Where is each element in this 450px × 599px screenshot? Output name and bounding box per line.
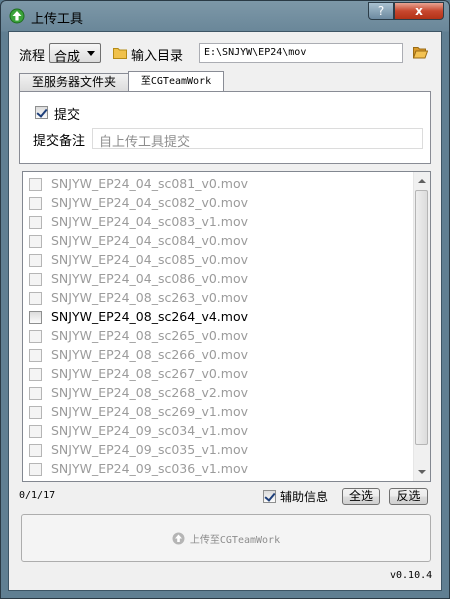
list-item[interactable]: SNJYW_EP24_08_sc266_v0.mov <box>23 346 413 365</box>
file-checkbox[interactable] <box>29 349 42 362</box>
window-title: 上传工具 <box>31 12 84 27</box>
invert-selection-button[interactable]: 反选 <box>389 488 428 505</box>
list-item[interactable]: SNJYW_EP24_08_sc265_v0.mov <box>23 327 413 346</box>
file-name: SNJYW_EP24_04_sc086_v0.mov <box>51 271 249 286</box>
file-checkbox[interactable] <box>29 273 42 286</box>
file-name: SNJYW_EP24_08_sc269_v1.mov <box>51 404 249 419</box>
chevron-down-icon <box>87 51 95 56</box>
list-item[interactable]: SNJYW_EP24_08_sc269_v1.mov <box>23 403 413 422</box>
file-checkbox[interactable] <box>29 197 42 210</box>
list-item[interactable]: SNJYW_EP24_08_sc264_v4.mov <box>23 308 413 327</box>
file-checkbox[interactable] <box>29 292 42 305</box>
file-name: SNJYW_EP24_08_sc268_v2.mov <box>51 385 249 400</box>
aux-info-checkbox[interactable] <box>263 490 276 503</box>
file-name: SNJYW_EP24_08_sc266_v0.mov <box>51 347 249 362</box>
upload-button[interactable]: 上传至CGTeamWork <box>21 514 431 562</box>
file-checkbox[interactable] <box>29 330 42 343</box>
submit-label: 提交 <box>54 108 81 123</box>
list-item[interactable]: SNJYW_EP24_08_sc268_v2.mov <box>23 384 413 403</box>
file-checkbox[interactable] <box>29 368 42 381</box>
list-item[interactable]: SNJYW_EP24_04_sc086_v0.mov <box>23 270 413 289</box>
file-name: SNJYW_EP24_04_sc083_v1.mov <box>51 214 249 229</box>
list-item[interactable]: SNJYW_EP24_04_sc082_v0.mov <box>23 194 413 213</box>
list-item[interactable]: SNJYW_EP24_04_sc081_v0.mov <box>23 175 413 194</box>
scroll-down-icon[interactable] <box>414 464 430 481</box>
aux-info-label: 辅助信息 <box>280 490 329 504</box>
app-upload-icon <box>9 8 25 24</box>
file-checkbox[interactable] <box>29 235 42 248</box>
list-item[interactable]: SNJYW_EP24_04_sc083_v1.mov <box>23 213 413 232</box>
file-name: SNJYW_EP24_09_sc036_v1.mov <box>51 461 249 476</box>
file-name: SNJYW_EP24_04_sc085_v0.mov <box>51 252 249 267</box>
upload-arrow-icon <box>172 532 185 544</box>
file-name: SNJYW_EP24_04_sc081_v0.mov <box>51 176 249 191</box>
file-checkbox[interactable] <box>29 311 42 324</box>
file-list: SNJYW_EP24_04_sc081_v0.mov SNJYW_EP24_04_… <box>22 171 431 482</box>
file-name: SNJYW_EP24_08_sc267_v0.mov <box>51 366 249 381</box>
file-checkbox[interactable] <box>29 444 42 457</box>
file-checkbox[interactable] <box>29 463 42 476</box>
file-name: SNJYW_EP24_08_sc264_v4.mov <box>51 309 249 324</box>
tab-server-folder[interactable]: 至服务器文件夹 <box>19 73 129 92</box>
folder-browse-icon[interactable] <box>413 46 428 59</box>
input-dir-path-field[interactable]: E:\SNJYW\EP24\mov <box>199 43 403 63</box>
list-item[interactable]: SNJYW_EP24_08_sc267_v0.mov <box>23 365 413 384</box>
file-name: SNJYW_EP24_08_sc263_v0.mov <box>51 290 249 305</box>
file-name: SNJYW_EP24_08_sc265_v0.mov <box>51 328 249 343</box>
list-item[interactable]: SNJYW_EP24_04_sc084_v0.mov <box>23 232 413 251</box>
file-checkbox[interactable] <box>29 178 42 191</box>
file-checkbox[interactable] <box>29 406 42 419</box>
list-item[interactable]: SNJYW_EP24_08_sc263_v0.mov <box>23 289 413 308</box>
file-count: 0/1/17 <box>19 490 56 501</box>
folder-icon <box>113 48 127 59</box>
note-label: 提交备注 <box>33 134 86 149</box>
file-checkbox[interactable] <box>29 387 42 400</box>
client-area: 流程 合成 输入目录 E:\SNJYW\EP24\mov 至服务器文件夹 至CG… <box>8 31 442 591</box>
file-name: SNJYW_EP24_04_sc082_v0.mov <box>51 195 249 210</box>
close-button[interactable]: x <box>394 2 444 20</box>
list-item[interactable]: SNJYW_EP24_04_sc085_v0.mov <box>23 251 413 270</box>
flow-select-value: 合成 <box>54 50 81 65</box>
title-bar[interactable]: 上传工具 ? x <box>1 1 449 31</box>
main-window: 上传工具 ? x 流程 合成 输入目录 E:\SNJYW\EP24\mov 至服… <box>0 0 450 599</box>
cgteamwork-panel: 提交 提交备注 自上传工具提交 <box>19 91 431 164</box>
scroll-up-icon[interactable] <box>414 172 430 189</box>
tab-cgteamwork[interactable]: 至CGTeamWork <box>128 71 224 92</box>
file-checkbox[interactable] <box>29 254 42 267</box>
version-label: v0.10.4 <box>390 570 433 581</box>
scrollbar[interactable] <box>413 172 430 481</box>
note-input[interactable]: 自上传工具提交 <box>92 128 423 150</box>
file-name: SNJYW_EP24_04_sc084_v0.mov <box>51 233 249 248</box>
file-checkbox[interactable] <box>29 216 42 229</box>
file-name: SNJYW_EP24_09_sc034_v1.mov <box>51 423 249 438</box>
list-item[interactable]: SNJYW_EP24_09_sc036_v1.mov <box>23 460 413 479</box>
list-item[interactable]: SNJYW_EP24_09_sc034_v1.mov <box>23 422 413 441</box>
upload-button-label: 上传至CGTeamWork <box>189 534 281 546</box>
input-dir-label: 输入目录 <box>131 49 184 64</box>
list-item[interactable]: SNJYW_EP24_09_sc035_v1.mov <box>23 441 413 460</box>
flow-select[interactable]: 合成 <box>49 43 101 65</box>
flow-label: 流程 <box>19 49 46 64</box>
help-button[interactable]: ? <box>368 2 394 20</box>
file-name: SNJYW_EP24_09_sc035_v1.mov <box>51 442 249 457</box>
scroll-thumb[interactable] <box>415 190 428 445</box>
file-checkbox[interactable] <box>29 425 42 438</box>
select-all-button[interactable]: 全选 <box>342 488 380 505</box>
submit-checkbox[interactable] <box>35 106 48 119</box>
